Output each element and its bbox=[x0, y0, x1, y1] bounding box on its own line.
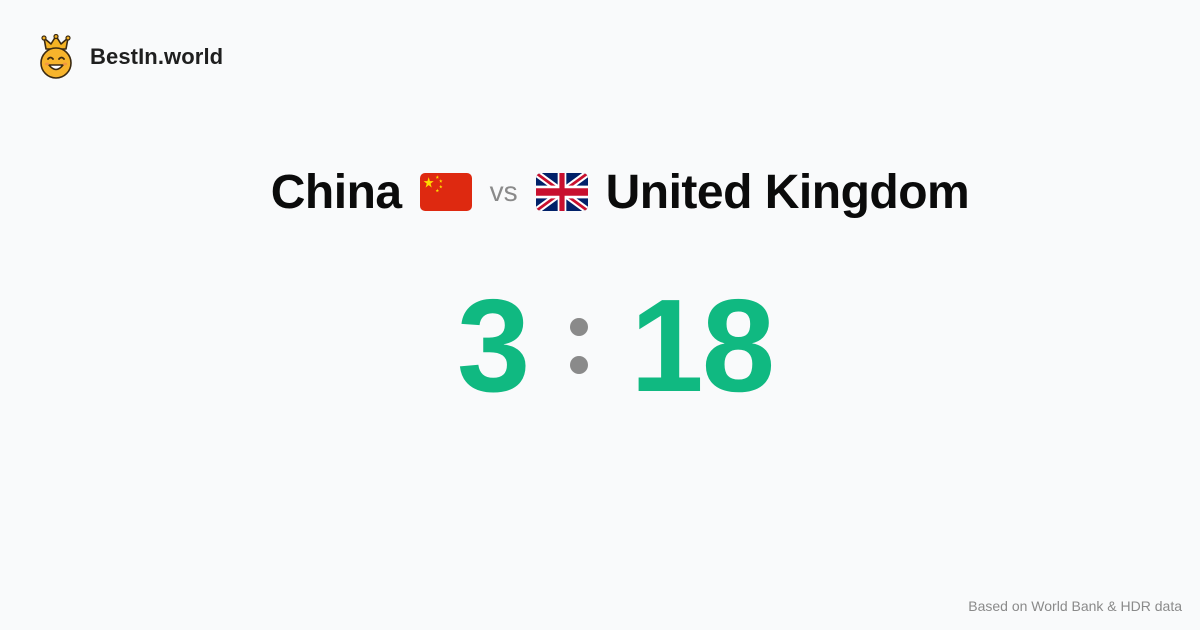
brand-link[interactable]: BestIn.world bbox=[38, 34, 223, 80]
left-score: 3 bbox=[456, 272, 530, 419]
colon-dot-top bbox=[570, 318, 589, 336]
vs-separator: vs bbox=[489, 176, 518, 207]
crown-smiley-icon bbox=[40, 34, 72, 79]
brand-name: BestIn.world bbox=[90, 44, 224, 69]
flag-china-icon bbox=[419, 173, 472, 211]
colon-dot-bottom bbox=[570, 356, 589, 374]
right-country-name: United Kingdom bbox=[605, 165, 970, 219]
score-display: 3 18 bbox=[0, 276, 1200, 416]
score-row: 3 18 bbox=[456, 272, 775, 419]
flag-united-kingdom-icon bbox=[535, 173, 588, 211]
score-colon-separator bbox=[570, 318, 589, 374]
matchup-title: China vs United Kingdom bbox=[0, 160, 1200, 224]
right-score: 18 bbox=[630, 272, 775, 419]
data-source-note: Based on World Bank & HDR data bbox=[968, 598, 1182, 614]
matchup-row: China vs United Kingdom bbox=[270, 165, 970, 220]
left-country-name: China bbox=[270, 165, 402, 219]
